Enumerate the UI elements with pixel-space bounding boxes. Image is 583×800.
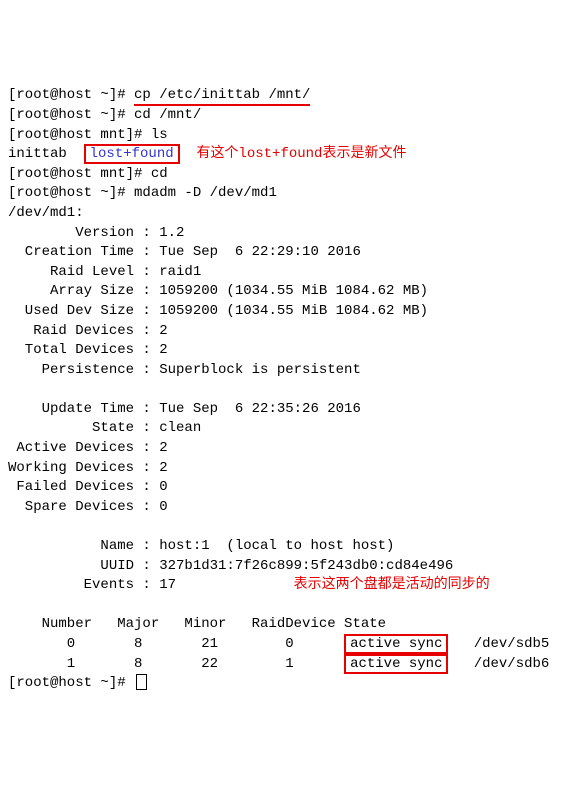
state-active-sync: active sync: [344, 654, 448, 674]
line: Array Size : 1059200 (1034.55 MiB 1084.6…: [8, 283, 428, 299]
line: [root@host mnt]# ls: [8, 127, 168, 143]
line: Spare Devices : 0: [8, 499, 168, 515]
ls-inittab: inittab: [8, 146, 84, 162]
line: UUID : 327b1d31:7f26c899:5f243db0:cd84e4…: [8, 558, 453, 574]
line: Update Time : Tue Sep 6 22:35:26 2016: [8, 401, 361, 417]
line: Active Devices : 2: [8, 440, 168, 456]
table-row: 1 8 22 1: [8, 656, 344, 672]
table-row: 0 8 21 0: [8, 636, 344, 652]
line: Version : 1.2: [8, 225, 184, 241]
annotation-lost-found: 有这个lost+found表示是新文件: [180, 146, 407, 162]
prompt: [root@host ~]#: [8, 87, 134, 103]
line: /dev/md1:: [8, 205, 84, 221]
dev-path: /dev/sdb5: [448, 636, 549, 652]
ls-lost-found: lost+found: [84, 144, 180, 164]
line: Persistence : Superblock is persistent: [8, 362, 361, 378]
dev-path: /dev/sdb6: [448, 656, 549, 672]
line: Events : 17: [8, 577, 176, 593]
annotation-active-sync: 表示这两个盘都是活动的同步的: [176, 577, 490, 593]
line: Creation Time : Tue Sep 6 22:29:10 2016: [8, 244, 361, 260]
terminal-output: [root@host ~]# cp /etc/inittab /mnt/ [ro…: [8, 86, 575, 693]
line: [root@host ~]# cd /mnt/: [8, 107, 201, 123]
line: Raid Devices : 2: [8, 323, 168, 339]
line: Used Dev Size : 1059200 (1034.55 MiB 108…: [8, 303, 428, 319]
state-active-sync: active sync: [344, 634, 448, 654]
line: [root@host ~]# mdadm -D /dev/md1: [8, 185, 277, 201]
line: [root@host mnt]# cd: [8, 166, 168, 182]
cmd-cp: cp /etc/inittab /mnt/: [134, 87, 310, 106]
prompt[interactable]: [root@host ~]#: [8, 675, 134, 691]
table-header: Number Major Minor RaidDevice State: [8, 616, 386, 632]
line: Failed Devices : 0: [8, 479, 168, 495]
cursor-icon: [136, 674, 147, 690]
line: Name : host:1 (local to host host): [8, 538, 394, 554]
line: State : clean: [8, 420, 201, 436]
line: Total Devices : 2: [8, 342, 168, 358]
line: Working Devices : 2: [8, 460, 168, 476]
line: Raid Level : raid1: [8, 264, 201, 280]
